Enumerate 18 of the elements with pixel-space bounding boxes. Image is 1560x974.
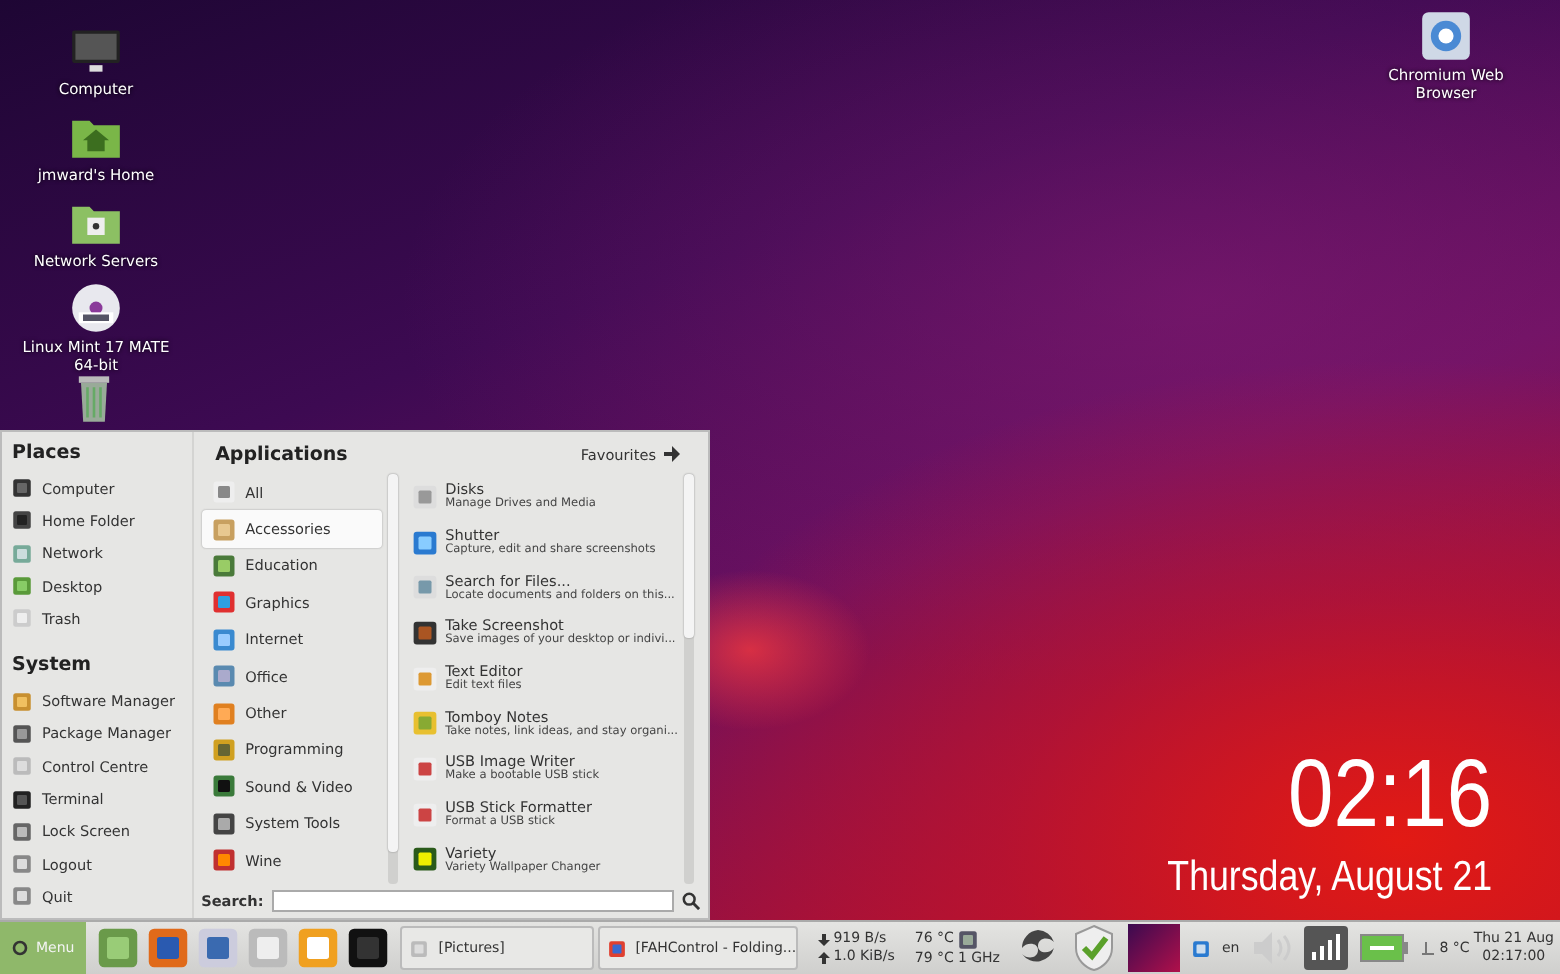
search-field[interactable] — [271, 889, 674, 911]
workspace-thumbnail[interactable] — [1127, 924, 1180, 972]
shield-check-icon[interactable] — [1071, 924, 1116, 972]
search-icon[interactable] — [682, 891, 700, 909]
arrow-icon — [664, 446, 680, 462]
battery-icon[interactable] — [1359, 934, 1408, 962]
scrollbar[interactable] — [684, 474, 694, 884]
browser-icon — [1420, 10, 1472, 62]
section-heading: Places — [12, 440, 83, 466]
signal-bars-icon[interactable] — [1303, 926, 1348, 970]
scrollbar[interactable] — [387, 474, 398, 884]
disc-icon — [70, 282, 122, 334]
desktop-clock-date: Thursday, August 21 — [1167, 852, 1492, 904]
section-heading: System — [12, 652, 94, 679]
upload-arrow-icon — [817, 951, 830, 963]
download-arrow-icon — [817, 933, 830, 945]
desktop-clock-time: 02:16 — [1287, 744, 1492, 848]
section-heading: Applications — [215, 441, 348, 467]
